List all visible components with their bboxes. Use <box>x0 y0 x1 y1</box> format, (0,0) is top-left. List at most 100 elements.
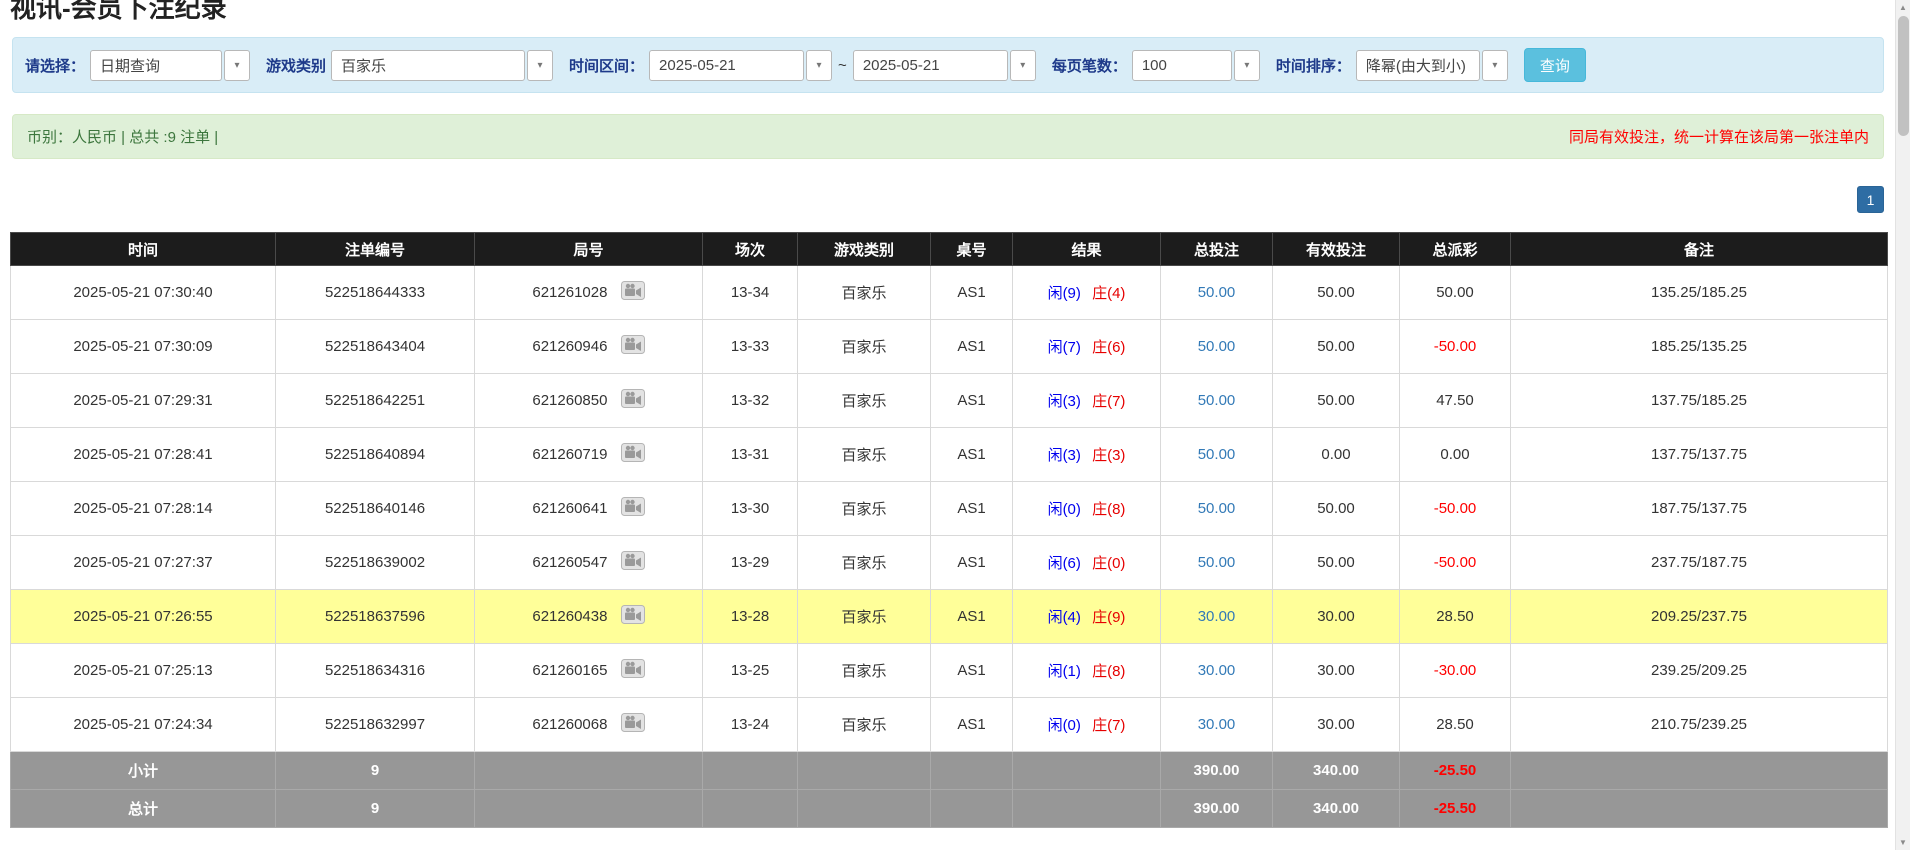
total-bet-link[interactable]: 50.00 <box>1198 500 1236 517</box>
payout-cell: -50.00 <box>1400 320 1511 374</box>
empty-cell <box>475 752 703 790</box>
valid-bet-cell: 30.00 <box>1273 590 1400 644</box>
result-player: 闲(0) <box>1048 717 1081 734</box>
table-no-cell: AS1 <box>931 698 1013 752</box>
date-to-dropdown[interactable]: 2025-05-21 ▾ <box>853 50 1036 81</box>
payout-cell: 28.50 <box>1400 590 1511 644</box>
round-number: 621260547 <box>532 554 607 571</box>
video-replay-icon[interactable] <box>621 389 645 412</box>
date-separator: ~ <box>838 57 847 74</box>
table-row[interactable]: 2025-05-21 07:30:40 522518644333 6212610… <box>11 266 1888 320</box>
total-bet-link[interactable]: 30.00 <box>1198 662 1236 679</box>
summary-bar: 币别：人民币 | 总共 :9 注单 | 同局有效投注，统一计算在该局第一张注单内 <box>12 114 1884 159</box>
result-banker: 庄(7) <box>1092 717 1125 734</box>
total-bet-link[interactable]: 50.00 <box>1198 446 1236 463</box>
round-cell: 621260438 <box>475 590 703 644</box>
video-replay-icon[interactable] <box>621 497 645 520</box>
total-count: 9 <box>276 790 475 828</box>
table-row[interactable]: 2025-05-21 07:28:41 522518640894 6212607… <box>11 428 1888 482</box>
game-type-cell: 百家乐 <box>798 698 931 752</box>
total-bet-cell: 50.00 <box>1161 320 1273 374</box>
video-replay-icon[interactable] <box>621 281 645 304</box>
scrollbar-thumb[interactable] <box>1898 16 1909 136</box>
table-row[interactable]: 2025-05-21 07:27:37 522518639002 6212605… <box>11 536 1888 590</box>
video-replay-icon[interactable] <box>621 335 645 358</box>
chevron-down-icon[interactable]: ▾ <box>224 50 250 81</box>
column-header: 时间 <box>11 233 276 266</box>
scroll-down-arrow-icon[interactable]: ▼ <box>1896 835 1910 850</box>
date-to-value: 2025-05-21 <box>853 50 1008 81</box>
video-replay-icon[interactable] <box>621 659 645 682</box>
round-number: 621261028 <box>532 284 607 301</box>
page-size-dropdown[interactable]: 100 ▾ <box>1132 50 1260 81</box>
column-header: 桌号 <box>931 233 1013 266</box>
bet-id-cell: 522518632997 <box>276 698 475 752</box>
result-cell: 闲(7) 庄(6) <box>1013 320 1161 374</box>
remark-cell: 187.75/137.75 <box>1511 482 1888 536</box>
total-bet-link[interactable]: 50.00 <box>1198 338 1236 355</box>
payout-cell: 28.50 <box>1400 698 1511 752</box>
column-header: 有效投注 <box>1273 233 1400 266</box>
table-row[interactable]: 2025-05-21 07:29:31 522518642251 6212608… <box>11 374 1888 428</box>
scroll-up-arrow-icon[interactable]: ▲ <box>1896 0 1910 15</box>
result-banker: 庄(0) <box>1092 555 1125 572</box>
total-payout: -25.50 <box>1400 790 1511 828</box>
sort-order-dropdown[interactable]: 降幂(由大到小) ▾ <box>1356 50 1508 81</box>
game-type-cell: 百家乐 <box>798 320 931 374</box>
total-bet-link[interactable]: 30.00 <box>1198 716 1236 733</box>
total-bet-link[interactable]: 30.00 <box>1198 608 1236 625</box>
session-cell: 13-29 <box>703 536 798 590</box>
page-1-button[interactable]: 1 <box>1857 186 1884 213</box>
session-cell: 13-30 <box>703 482 798 536</box>
payout-cell: 0.00 <box>1400 428 1511 482</box>
remark-cell: 239.25/209.25 <box>1511 644 1888 698</box>
query-type-dropdown[interactable]: 日期查询 ▾ <box>90 50 250 81</box>
result-banker: 庄(9) <box>1092 609 1125 626</box>
total-bet-cell: 50.00 <box>1161 266 1273 320</box>
chevron-down-icon[interactable]: ▾ <box>1010 50 1036 81</box>
remark-cell: 185.25/135.25 <box>1511 320 1888 374</box>
result-cell: 闲(0) 庄(8) <box>1013 482 1161 536</box>
video-replay-icon[interactable] <box>621 443 645 466</box>
chevron-down-icon[interactable]: ▾ <box>806 50 832 81</box>
page-title: 视讯-会员下注纪录 <box>10 0 227 25</box>
table-row[interactable]: 2025-05-21 07:26:55 522518637596 6212604… <box>11 590 1888 644</box>
bet-id-cell: 522518637596 <box>276 590 475 644</box>
column-header: 游戏类别 <box>798 233 931 266</box>
date-from-dropdown[interactable]: 2025-05-21 ▾ <box>649 50 832 81</box>
table-row[interactable]: 2025-05-21 07:28:14 522518640146 6212606… <box>11 482 1888 536</box>
table-row[interactable]: 2025-05-21 07:25:13 522518634316 6212601… <box>11 644 1888 698</box>
round-number: 621260438 <box>532 608 607 625</box>
search-button[interactable]: 查询 <box>1524 48 1586 82</box>
total-bet-cell: 50.00 <box>1161 374 1273 428</box>
chevron-down-icon[interactable]: ▾ <box>1482 50 1508 81</box>
remark-cell: 137.75/185.25 <box>1511 374 1888 428</box>
video-replay-icon[interactable] <box>621 551 645 574</box>
total-bet-link[interactable]: 50.00 <box>1198 554 1236 571</box>
remark-cell: 237.75/187.75 <box>1511 536 1888 590</box>
time-cell: 2025-05-21 07:28:14 <box>11 482 276 536</box>
remark-cell: 210.75/239.25 <box>1511 698 1888 752</box>
total-bet-link[interactable]: 50.00 <box>1198 284 1236 301</box>
round-cell: 621260165 <box>475 644 703 698</box>
result-player: 闲(3) <box>1048 447 1081 464</box>
video-replay-icon[interactable] <box>621 605 645 628</box>
subtotal-row: 小计 9 390.00 340.00 -25.50 <box>11 752 1888 790</box>
result-player: 闲(7) <box>1048 339 1081 356</box>
video-replay-icon[interactable] <box>621 713 645 736</box>
chevron-down-icon[interactable]: ▾ <box>527 50 553 81</box>
round-number: 621260850 <box>532 392 607 409</box>
result-banker: 庄(3) <box>1092 447 1125 464</box>
vertical-scrollbar[interactable]: ▲ ▼ <box>1895 0 1910 850</box>
bet-id-cell: 522518639002 <box>276 536 475 590</box>
result-cell: 闲(3) 庄(7) <box>1013 374 1161 428</box>
chevron-down-icon[interactable]: ▾ <box>1234 50 1260 81</box>
date-range-label: 时间区间： <box>569 55 644 76</box>
total-label: 总计 <box>11 790 276 828</box>
total-bet-link[interactable]: 50.00 <box>1198 392 1236 409</box>
game-type-dropdown[interactable]: 百家乐 ▾ <box>331 50 553 81</box>
table-row[interactable]: 2025-05-21 07:24:34 522518632997 6212600… <box>11 698 1888 752</box>
table-no-cell: AS1 <box>931 536 1013 590</box>
table-row[interactable]: 2025-05-21 07:30:09 522518643404 6212609… <box>11 320 1888 374</box>
bet-id-cell: 522518644333 <box>276 266 475 320</box>
